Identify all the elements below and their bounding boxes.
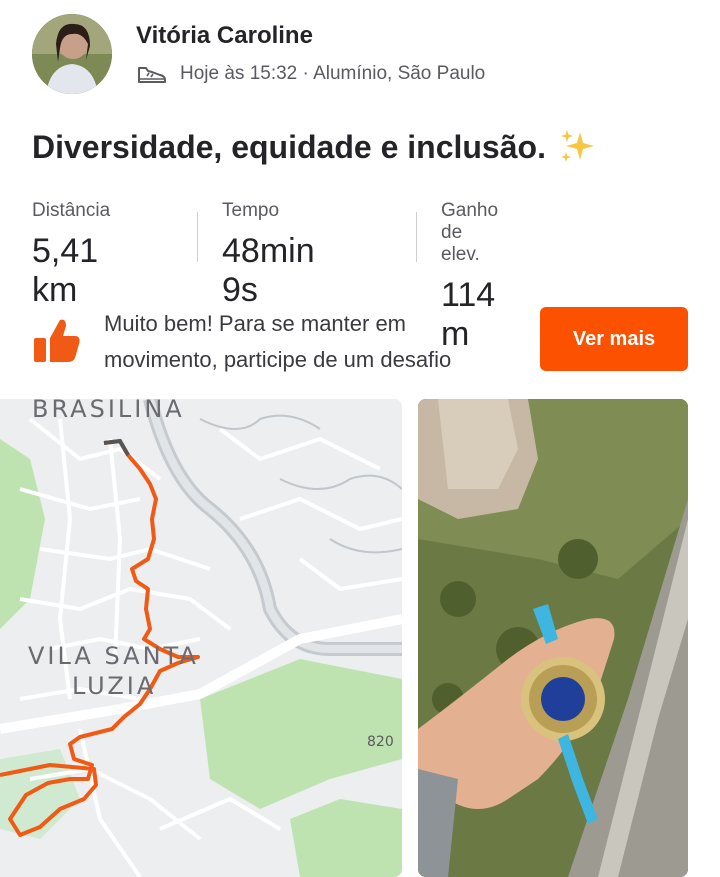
stat-distance: Distância 5,41 km xyxy=(32,200,110,310)
sparkles-icon xyxy=(560,130,594,162)
stat-label: Tempo xyxy=(222,200,280,221)
avatar[interactable] xyxy=(32,14,112,94)
medal-photo xyxy=(418,399,688,877)
activity-meta: Hoje às 15:32 · Alumínio, São Paulo xyxy=(136,62,485,86)
activity-header: Vitória Caroline Hoje às 15:32 · Alumíni… xyxy=(0,0,720,110)
user-name[interactable]: Vitória Caroline xyxy=(136,22,313,50)
stat-value: 48min 9s xyxy=(222,232,315,309)
stat-value: 5,41 km xyxy=(32,232,99,309)
challenge-promo: Muito bem! Para se manter em movimento, … xyxy=(0,300,720,382)
see-more-button[interactable]: Ver mais xyxy=(540,307,688,371)
promo-line: movimento, participe de um desafio xyxy=(104,347,452,372)
activity-title-text: Diversidade, equidade e inclusão. xyxy=(32,128,546,165)
activity-timestamp-location: Hoje às 15:32 · Alumínio, São Paulo xyxy=(180,63,486,84)
activity-media: BRASILINA VILA SANTA LUZIA 820 xyxy=(0,399,720,877)
map-label: BRASILINA xyxy=(32,399,185,423)
activity-photo[interactable] xyxy=(418,399,688,877)
stat-divider xyxy=(416,212,417,262)
promo-message: Muito bem! Para se manter em movimento, … xyxy=(104,306,534,378)
shoe-icon xyxy=(138,67,166,83)
promo-line: Muito bem! Para se manter em xyxy=(104,311,407,336)
stat-label: Distância xyxy=(32,200,111,221)
map-canvas xyxy=(0,399,402,877)
map-label: VILA SANTA xyxy=(28,642,199,670)
stat-divider xyxy=(197,212,198,262)
stat-time: Tempo 48min 9s xyxy=(222,200,315,310)
activity-title[interactable]: Diversidade, equidade e inclusão. xyxy=(32,128,596,166)
stat-label: Ganho de elev. xyxy=(441,200,499,265)
map-label: LUZIA xyxy=(72,672,157,700)
thumbs-up-icon xyxy=(34,319,80,362)
route-map[interactable]: BRASILINA VILA SANTA LUZIA 820 xyxy=(0,399,402,877)
road-number: 820 xyxy=(367,734,394,750)
